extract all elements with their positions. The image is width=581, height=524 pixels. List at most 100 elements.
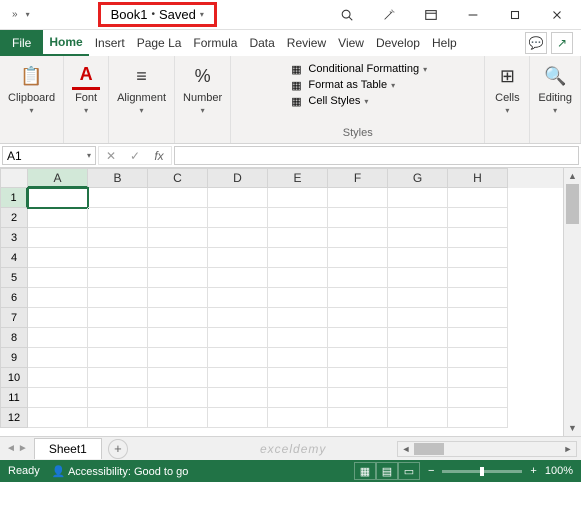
- cell[interactable]: [148, 268, 208, 288]
- add-sheet-button[interactable]: +: [108, 439, 128, 459]
- row-header[interactable]: 7: [0, 308, 28, 328]
- cell[interactable]: [208, 208, 268, 228]
- scroll-right-icon[interactable]: ►: [560, 444, 576, 454]
- maximize-button[interactable]: [495, 1, 535, 29]
- cell[interactable]: [88, 408, 148, 428]
- tab-review[interactable]: Review: [281, 30, 332, 56]
- cell[interactable]: [268, 208, 328, 228]
- cell[interactable]: [148, 208, 208, 228]
- fx-icon[interactable]: fx: [147, 149, 171, 163]
- cell[interactable]: [268, 288, 328, 308]
- cell[interactable]: [268, 408, 328, 428]
- enter-icon[interactable]: ✓: [123, 149, 147, 163]
- cell[interactable]: [268, 368, 328, 388]
- column-header[interactable]: D: [208, 168, 268, 188]
- row-header[interactable]: 11: [0, 388, 28, 408]
- column-header[interactable]: E: [268, 168, 328, 188]
- tab-page-layout[interactable]: Page La: [131, 30, 188, 56]
- cell[interactable]: [448, 248, 508, 268]
- cell[interactable]: [28, 268, 88, 288]
- cells-area[interactable]: [28, 188, 508, 428]
- cell[interactable]: [328, 208, 388, 228]
- cell[interactable]: [208, 308, 268, 328]
- comments-icon[interactable]: 💬: [525, 32, 547, 54]
- minimize-button[interactable]: [453, 1, 493, 29]
- cell[interactable]: [388, 328, 448, 348]
- cell[interactable]: [268, 268, 328, 288]
- font-button[interactable]: A Font ▾: [70, 60, 102, 117]
- cell[interactable]: [208, 348, 268, 368]
- qat-more-icon[interactable]: »: [8, 7, 22, 22]
- qat-dropdown-icon[interactable]: ▾: [26, 10, 30, 19]
- cell[interactable]: [328, 188, 388, 208]
- tab-home[interactable]: Home: [43, 30, 88, 56]
- cell[interactable]: [208, 188, 268, 208]
- formula-input[interactable]: [174, 146, 579, 165]
- cell[interactable]: [268, 328, 328, 348]
- magic-icon[interactable]: [369, 1, 409, 29]
- cell[interactable]: [448, 268, 508, 288]
- cell[interactable]: [208, 248, 268, 268]
- hscroll-thumb[interactable]: [414, 443, 444, 455]
- scroll-down-icon[interactable]: ▼: [564, 420, 581, 436]
- cell[interactable]: [448, 288, 508, 308]
- ribbon-display-icon[interactable]: [411, 1, 451, 29]
- cell[interactable]: [388, 348, 448, 368]
- cell[interactable]: [148, 328, 208, 348]
- cells-button[interactable]: ⊞ Cells ▾: [491, 60, 523, 117]
- row-header[interactable]: 9: [0, 348, 28, 368]
- cell[interactable]: [28, 348, 88, 368]
- cell[interactable]: [148, 368, 208, 388]
- cell[interactable]: [88, 368, 148, 388]
- cell[interactable]: [448, 388, 508, 408]
- cell[interactable]: [268, 388, 328, 408]
- tab-formulas[interactable]: Formula: [187, 30, 243, 56]
- cell[interactable]: [28, 228, 88, 248]
- cell[interactable]: [88, 388, 148, 408]
- row-header[interactable]: 2: [0, 208, 28, 228]
- cell[interactable]: [208, 408, 268, 428]
- cell[interactable]: [88, 308, 148, 328]
- cell[interactable]: [448, 188, 508, 208]
- row-header[interactable]: 5: [0, 268, 28, 288]
- cell[interactable]: [328, 308, 388, 328]
- cell[interactable]: [88, 328, 148, 348]
- cell[interactable]: [448, 228, 508, 248]
- cell[interactable]: [388, 368, 448, 388]
- cell[interactable]: [28, 368, 88, 388]
- cell[interactable]: [208, 388, 268, 408]
- cell[interactable]: [328, 288, 388, 308]
- tab-help[interactable]: Help: [426, 30, 463, 56]
- zoom-slider[interactable]: [442, 470, 522, 473]
- row-header[interactable]: 1: [0, 188, 28, 208]
- cell[interactable]: [208, 228, 268, 248]
- scroll-up-icon[interactable]: ▲: [564, 168, 581, 184]
- cell[interactable]: [388, 288, 448, 308]
- cell[interactable]: [328, 388, 388, 408]
- accessibility-status[interactable]: 👤 Accessibility: Good to go: [52, 465, 189, 478]
- tab-file[interactable]: File: [0, 30, 43, 56]
- cell[interactable]: [388, 228, 448, 248]
- column-header[interactable]: A: [28, 168, 88, 188]
- editing-button[interactable]: 🔍 Editing ▾: [536, 60, 574, 117]
- row-header[interactable]: 10: [0, 368, 28, 388]
- cell[interactable]: [28, 208, 88, 228]
- vertical-scrollbar[interactable]: ▲ ▼: [563, 168, 581, 436]
- cell[interactable]: [448, 308, 508, 328]
- select-all-corner[interactable]: [0, 168, 28, 188]
- cell[interactable]: [208, 328, 268, 348]
- cell[interactable]: [388, 188, 448, 208]
- cell[interactable]: [208, 268, 268, 288]
- page-layout-button[interactable]: ▤: [376, 462, 398, 480]
- sheet-tab-sheet1[interactable]: Sheet1: [34, 438, 102, 459]
- close-button[interactable]: [537, 1, 577, 29]
- cell[interactable]: [388, 208, 448, 228]
- share-icon[interactable]: ↗: [551, 32, 573, 54]
- cell[interactable]: [388, 308, 448, 328]
- cell[interactable]: [88, 268, 148, 288]
- normal-view-button[interactable]: ▦: [354, 462, 376, 480]
- cell[interactable]: [88, 348, 148, 368]
- cell[interactable]: [88, 288, 148, 308]
- cell[interactable]: [28, 328, 88, 348]
- cell[interactable]: [88, 208, 148, 228]
